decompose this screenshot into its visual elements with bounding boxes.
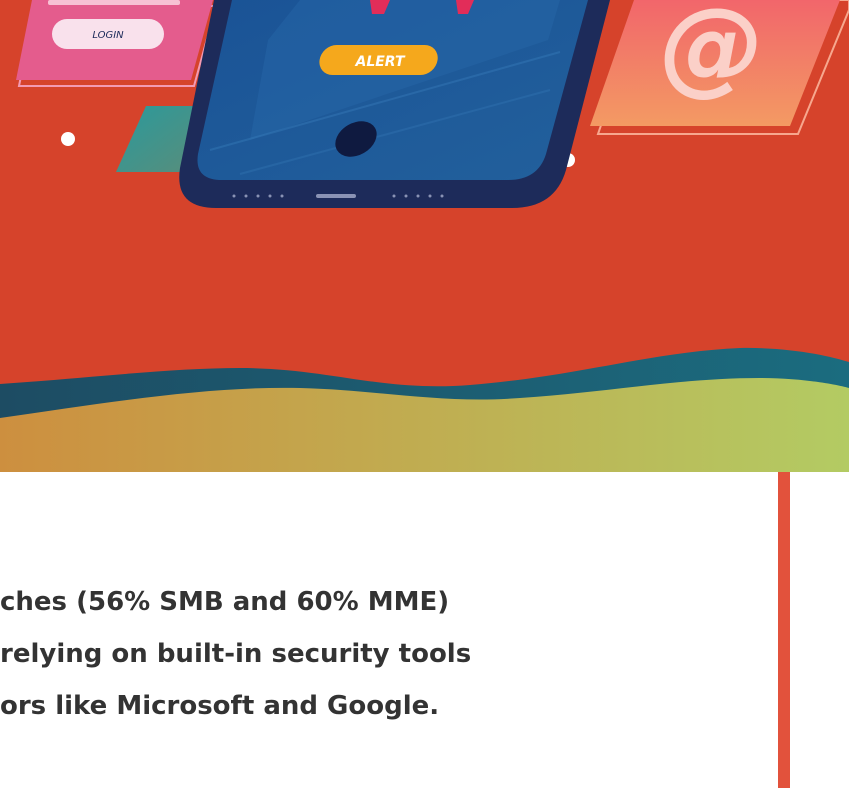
stat-highlight: (56% SMB and 60% MME) [76, 587, 450, 617]
hero-art: LOGIN ALERT @ [0, 0, 849, 472]
body-text-line-1-prefix: ches [0, 587, 77, 617]
login-label: LOGIN [92, 30, 124, 41]
email-at-symbol: @ [660, 0, 764, 107]
hero-illustration: LOGIN ALERT @ [0, 0, 849, 472]
phone [179, 0, 610, 208]
decor-dot [61, 132, 75, 146]
body-text-block: ches (56% SMB and 60% MME) relying on bu… [0, 576, 760, 732]
login-card [16, 0, 218, 87]
accent-bar [778, 472, 790, 788]
alert-label: ALERT [354, 54, 405, 70]
body-text-line-3: ors like Microsoft and Google. [0, 691, 440, 721]
body-text-line-2: relying on built-in security tools [0, 639, 472, 669]
body-text-line-1: ches (56% SMB and 60% MME) [0, 576, 760, 628]
